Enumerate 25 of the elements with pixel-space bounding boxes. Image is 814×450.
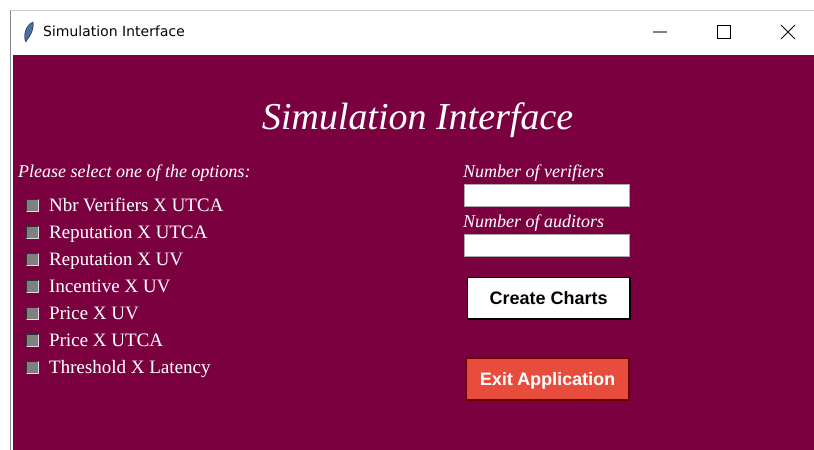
checkbox[interactable] (26, 334, 39, 347)
input-field[interactable] (464, 234, 630, 257)
close-icon[interactable] (778, 22, 798, 42)
input-field[interactable] (464, 184, 630, 207)
action-button[interactable]: Exit Application (466, 358, 630, 401)
option-label: Price X UV (49, 302, 139, 324)
prompt-text: Please select one of the options: (18, 161, 252, 182)
checkbox[interactable] (26, 199, 39, 212)
option-label: Threshold X Latency (49, 356, 210, 378)
option-label: Reputation X UTCA (49, 222, 208, 244)
checkbox[interactable] (26, 280, 39, 293)
option-label: Incentive X UV (49, 276, 170, 298)
option-label: Reputation X UV (49, 248, 184, 270)
checkbox[interactable] (26, 307, 39, 320)
field-label: Number of verifiers (463, 161, 605, 182)
heading: Simulation Interface (262, 95, 574, 139)
window-title: Simulation Interface (43, 24, 186, 40)
option-label: Nbr Verifiers X UTCA (49, 194, 224, 216)
checkbox[interactable] (26, 253, 39, 266)
feather-icon (23, 20, 35, 42)
checkbox[interactable] (26, 226, 39, 239)
checkbox[interactable] (26, 361, 39, 374)
action-button[interactable]: Create Charts (467, 277, 631, 320)
field-label: Number of auditors (463, 211, 606, 232)
option-label: Price X UTCA (49, 330, 163, 352)
